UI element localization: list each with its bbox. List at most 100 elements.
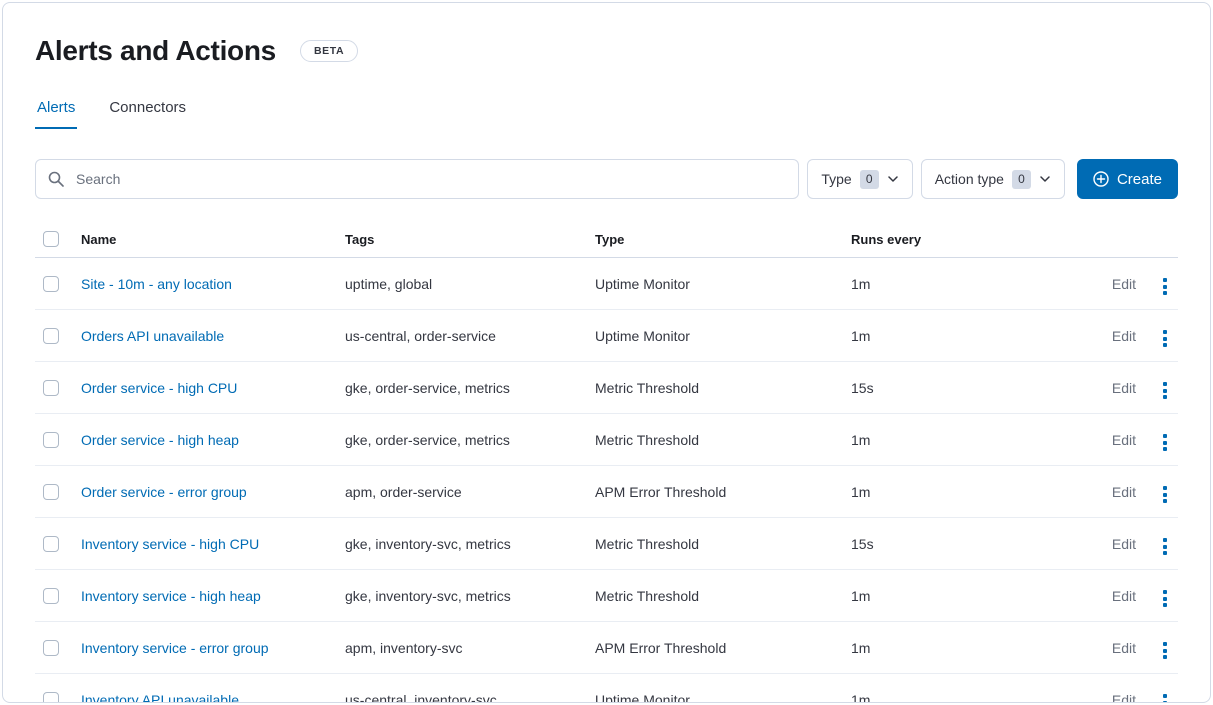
alert-tags: uptime, global: [337, 258, 587, 310]
alert-type: Metric Threshold: [587, 414, 843, 466]
alert-runs-every: 1m: [843, 674, 1080, 704]
alert-type: Metric Threshold: [587, 362, 843, 414]
alert-tags: us-central, order-service: [337, 310, 587, 362]
alert-type: Uptime Monitor: [587, 674, 843, 704]
beta-badge: BETA: [300, 40, 358, 62]
alert-type: Uptime Monitor: [587, 310, 843, 362]
alert-tags: us-central, inventory-svc: [337, 674, 587, 704]
alert-tags: gke, inventory-svc, metrics: [337, 518, 587, 570]
row-actions-icon[interactable]: [1160, 639, 1170, 662]
alert-tags: gke, inventory-svc, metrics: [337, 570, 587, 622]
alert-tags: gke, order-service, metrics: [337, 414, 587, 466]
alert-runs-every: 1m: [843, 622, 1080, 674]
search-icon: [48, 171, 64, 187]
page-title: Alerts and Actions: [35, 35, 276, 67]
alert-name-link[interactable]: Order service - error group: [81, 484, 247, 500]
row-actions-icon[interactable]: [1160, 379, 1170, 402]
alert-name-link[interactable]: Inventory service - high heap: [81, 588, 261, 604]
tab-bar: Alerts Connectors: [35, 99, 1178, 129]
plus-in-circle-icon: [1093, 171, 1109, 187]
alert-tags: apm, order-service: [337, 466, 587, 518]
table-row: Order service - high CPU gke, order-serv…: [35, 362, 1178, 414]
alert-runs-every: 1m: [843, 310, 1080, 362]
alert-runs-every: 1m: [843, 258, 1080, 310]
type-filter-count: 0: [860, 170, 879, 189]
row-actions-icon[interactable]: [1160, 483, 1170, 506]
alerts-table: Name Tags Type Runs every Site - 10m - a…: [35, 221, 1178, 703]
create-button-label: Create: [1117, 171, 1162, 188]
alert-type: APM Error Threshold: [587, 466, 843, 518]
alert-name-link[interactable]: Site - 10m - any location: [81, 276, 232, 292]
edit-button[interactable]: Edit: [1112, 276, 1136, 292]
row-actions-icon[interactable]: [1160, 691, 1170, 703]
tab-alerts[interactable]: Alerts: [35, 99, 77, 129]
action-type-filter-button[interactable]: Action type 0: [921, 159, 1065, 199]
row-actions-icon[interactable]: [1160, 587, 1170, 610]
row-actions-icon[interactable]: [1160, 535, 1170, 558]
action-type-filter-label: Action type: [935, 171, 1004, 187]
select-all-checkbox[interactable]: [43, 231, 59, 247]
table-row: Orders API unavailable us-central, order…: [35, 310, 1178, 362]
table-header-row: Name Tags Type Runs every: [35, 221, 1178, 258]
alert-name-link[interactable]: Orders API unavailable: [81, 328, 224, 344]
column-header-type[interactable]: Type: [587, 221, 843, 258]
action-type-filter-count: 0: [1012, 170, 1031, 189]
alert-type: APM Error Threshold: [587, 622, 843, 674]
edit-button[interactable]: Edit: [1112, 692, 1136, 704]
search-input[interactable]: [35, 159, 799, 199]
row-actions-icon[interactable]: [1160, 327, 1170, 350]
alert-name-link[interactable]: Inventory service - error group: [81, 640, 269, 656]
edit-button[interactable]: Edit: [1112, 588, 1136, 604]
edit-button[interactable]: Edit: [1112, 484, 1136, 500]
row-checkbox[interactable]: [43, 328, 59, 344]
create-button[interactable]: Create: [1077, 159, 1178, 199]
table-row: Order service - high heap gke, order-ser…: [35, 414, 1178, 466]
table-row: Order service - error group apm, order-s…: [35, 466, 1178, 518]
table-row: Inventory service - high heap gke, inven…: [35, 570, 1178, 622]
table-row: Inventory API unavailable us-central, in…: [35, 674, 1178, 704]
row-checkbox[interactable]: [43, 640, 59, 656]
type-filter-label: Type: [821, 171, 851, 187]
chevron-down-icon: [887, 173, 899, 185]
row-actions-icon[interactable]: [1160, 275, 1170, 298]
row-checkbox[interactable]: [43, 380, 59, 396]
column-header-tags[interactable]: Tags: [337, 221, 587, 258]
edit-button[interactable]: Edit: [1112, 432, 1136, 448]
alert-type: Metric Threshold: [587, 518, 843, 570]
edit-button[interactable]: Edit: [1112, 536, 1136, 552]
alert-runs-every: 1m: [843, 570, 1080, 622]
alert-tags: gke, order-service, metrics: [337, 362, 587, 414]
alert-runs-every: 15s: [843, 362, 1080, 414]
alert-name-link[interactable]: Inventory service - high CPU: [81, 536, 259, 552]
table-row: Inventory service - error group apm, inv…: [35, 622, 1178, 674]
alert-name-link[interactable]: Order service - high heap: [81, 432, 239, 448]
row-checkbox[interactable]: [43, 276, 59, 292]
row-checkbox[interactable]: [43, 692, 59, 704]
tab-connectors[interactable]: Connectors: [107, 99, 188, 129]
column-header-name[interactable]: Name: [73, 221, 337, 258]
alert-runs-every: 1m: [843, 466, 1080, 518]
alert-name-link[interactable]: Inventory API unavailable: [81, 692, 239, 704]
alert-runs-every: 15s: [843, 518, 1080, 570]
row-checkbox[interactable]: [43, 484, 59, 500]
chevron-down-icon: [1039, 173, 1051, 185]
alert-type: Metric Threshold: [587, 570, 843, 622]
table-row: Site - 10m - any location uptime, global…: [35, 258, 1178, 310]
alerts-table-body: Site - 10m - any location uptime, global…: [35, 258, 1178, 704]
search-box: [35, 159, 799, 199]
alert-type: Uptime Monitor: [587, 258, 843, 310]
edit-button[interactable]: Edit: [1112, 640, 1136, 656]
edit-button[interactable]: Edit: [1112, 328, 1136, 344]
row-checkbox[interactable]: [43, 588, 59, 604]
page-header: Alerts and Actions BETA: [35, 35, 1178, 67]
edit-button[interactable]: Edit: [1112, 380, 1136, 396]
row-checkbox[interactable]: [43, 432, 59, 448]
row-checkbox[interactable]: [43, 536, 59, 552]
row-actions-icon[interactable]: [1160, 431, 1170, 454]
alert-name-link[interactable]: Order service - high CPU: [81, 380, 237, 396]
alert-tags: apm, inventory-svc: [337, 622, 587, 674]
type-filter-button[interactable]: Type 0: [807, 159, 912, 199]
column-header-runs-every[interactable]: Runs every: [843, 221, 1080, 258]
app-panel: Alerts and Actions BETA Alerts Connector…: [2, 2, 1211, 703]
alert-runs-every: 1m: [843, 414, 1080, 466]
